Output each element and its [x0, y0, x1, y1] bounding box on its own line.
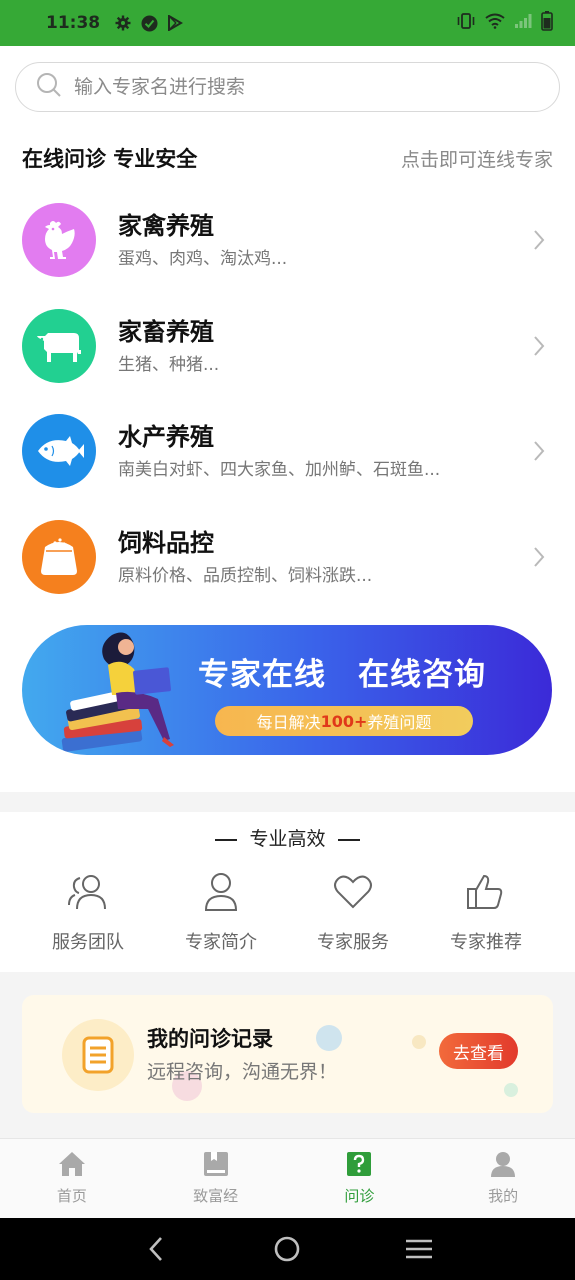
feature-service-team[interactable]: 服务团队: [33, 870, 143, 954]
category-desc: 南美白对虾、四大家鱼、加州鲈、石斑鱼...: [118, 460, 441, 480]
section-title: 在线问诊 专业安全: [22, 147, 198, 171]
signal-icon: [514, 13, 532, 33]
home-circle-icon: [275, 1236, 300, 1262]
category-poultry[interactable]: 家禽养殖 蛋鸡、肉鸡、淘汰鸡...: [22, 195, 553, 285]
tab-wealth-guide[interactable]: 致富经: [144, 1139, 288, 1218]
tab-profile[interactable]: 我的: [431, 1139, 575, 1218]
pill-prefix: 每日解决: [256, 713, 321, 732]
feature-expert-recommend[interactable]: 专家推荐: [431, 870, 541, 954]
cow-icon: [22, 309, 96, 383]
category-name: 家畜养殖: [118, 318, 214, 346]
feature-label: 专家推荐: [450, 932, 522, 953]
woman-reading-illustration: [61, 632, 174, 752]
category-feed-quality[interactable]: 饲料品控 原料价格、品质控制、饲料涨跌...: [22, 512, 553, 602]
team-icon: [66, 870, 110, 914]
fish-icon: [22, 414, 96, 488]
category-name: 水产养殖: [118, 423, 214, 451]
consult-records-card[interactable]: 我的问诊记录 远程咨询，沟通无界！ 去查看: [22, 995, 553, 1113]
status-time: 11:38: [46, 13, 101, 33]
menu-icon: [406, 1239, 433, 1259]
user-icon: [490, 1151, 516, 1181]
expert-online-banner[interactable]: 专家在线 在线咨询 每日解决 100+ 养殖问题: [22, 625, 552, 755]
features-heading-text: 专业高效: [249, 828, 326, 850]
category-aquaculture[interactable]: 水产养殖 南美白对虾、四大家鱼、加州鲈、石斑鱼...: [22, 406, 553, 496]
back-icon: [149, 1237, 162, 1261]
feature-expert-intro[interactable]: 专家简介: [166, 870, 276, 954]
check-circle-icon: [140, 14, 158, 32]
category-name: 家禽养殖: [118, 212, 214, 240]
section-header: 在线问诊 专业安全 点击即可连线专家: [22, 140, 553, 176]
decor-dot: [504, 1083, 518, 1097]
banner-title: 专家在线 在线咨询: [198, 657, 486, 693]
feature-label: 专家简介: [185, 932, 257, 953]
book-icon: [203, 1151, 229, 1181]
bottom-tab-bar: 首页 致富经 问诊 我的: [0, 1138, 575, 1218]
search-icon: [36, 72, 62, 102]
tab-label: 致富经: [193, 1187, 239, 1205]
feed-bag-icon: [22, 520, 96, 594]
back-button[interactable]: [136, 1229, 176, 1269]
search-box[interactable]: [15, 62, 560, 112]
tab-label: 我的: [488, 1187, 519, 1205]
banner-pill: 每日解决 100+ 养殖问题: [215, 706, 473, 736]
vibrate-icon: [456, 13, 476, 33]
heading-line: [337, 838, 360, 841]
pill-suffix: 养殖问题: [367, 713, 432, 732]
section-hint[interactable]: 点击即可连线专家: [401, 145, 553, 172]
decor-dot: [316, 1025, 342, 1051]
chevron-right-icon: [529, 332, 549, 360]
tab-home[interactable]: 首页: [0, 1139, 144, 1218]
chevron-right-icon: [529, 226, 549, 254]
document-icon: [62, 1019, 134, 1091]
chicken-icon: [22, 203, 96, 277]
chevron-right-icon: [529, 437, 549, 465]
feature-label: 服务团队: [52, 932, 124, 953]
feature-label: 专家服务: [317, 932, 389, 953]
tab-consult[interactable]: 问诊: [288, 1139, 432, 1218]
pill-highlight: 100+: [320, 711, 368, 731]
category-livestock[interactable]: 家畜养殖 生猪、种猪...: [22, 301, 553, 391]
category-desc: 生猪、种猪...: [118, 355, 220, 375]
records-title: 我的问诊记录: [147, 1027, 273, 1051]
play-store-icon: [166, 14, 184, 32]
category-name: 饲料品控: [118, 529, 214, 557]
view-records-button[interactable]: 去查看: [439, 1033, 518, 1069]
records-subtitle: 远程咨询，沟通无界！: [147, 1061, 338, 1083]
category-desc: 原料价格、品质控制、饲料涨跌...: [118, 566, 373, 586]
battery-icon: [541, 11, 553, 35]
heading-line: [215, 838, 238, 841]
wifi-icon: [485, 13, 505, 33]
tab-label: 问诊: [344, 1187, 375, 1205]
thumbs-up-icon: [464, 870, 508, 914]
status-bar: 11:38: [0, 0, 575, 46]
home-icon: [58, 1151, 86, 1181]
person-icon: [199, 870, 243, 914]
features-heading: 专业高效: [0, 824, 575, 851]
section-divider: [0, 792, 575, 812]
heart-icon: [331, 870, 375, 914]
decor-dot: [412, 1035, 426, 1049]
home-button[interactable]: [267, 1229, 307, 1269]
search-input[interactable]: [74, 76, 514, 98]
question-icon: [346, 1151, 372, 1181]
recents-button[interactable]: [399, 1229, 439, 1269]
system-nav-bar: [0, 1218, 575, 1280]
chevron-right-icon: [529, 543, 549, 571]
tab-label: 首页: [56, 1187, 87, 1205]
category-desc: 蛋鸡、肉鸡、淘汰鸡...: [118, 249, 288, 269]
feature-expert-service[interactable]: 专家服务: [298, 870, 408, 954]
gear-icon: [114, 14, 132, 32]
